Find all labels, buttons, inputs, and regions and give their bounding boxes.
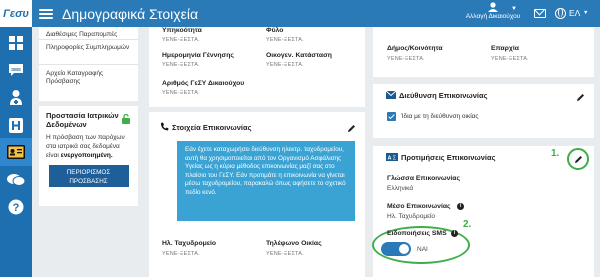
- gender-label: Φύλο: [266, 27, 284, 34]
- user-icon: [488, 2, 498, 12]
- mailing-address-title: Διεύθυνση Επικοινωνίας: [399, 91, 488, 100]
- menu-item-access-log[interactable]: Αρχείο Καταγραφής Πρόσβασης: [39, 65, 138, 93]
- chevron-down-icon[interactable]: ▼: [511, 6, 517, 12]
- svg-text:A: A: [388, 155, 392, 161]
- sms-notifications-label: Ειδοποιήσεις SMS: [387, 230, 447, 237]
- municipality-label: Δήμος/Κοινότητα: [387, 45, 443, 52]
- comm-method-value: Ηλ. Ταχυδρομείο: [387, 213, 436, 220]
- privacy-status: ενεργοποιημένη.: [60, 152, 113, 159]
- phone-icon: [161, 122, 169, 131]
- svg-text:SMS: SMS: [11, 67, 21, 72]
- lock-open-icon: [122, 114, 130, 124]
- gesy-number-label: Αριθμός ΓεΣΥ Δικαιούχου: [162, 80, 245, 87]
- grid-icon: [9, 36, 23, 50]
- privacy-title: Προστασία Ιατρικών Δεδομένων: [46, 111, 119, 129]
- hospital-icon: [9, 117, 23, 133]
- email-label: Ηλ. Ταχυδρομείο: [162, 240, 217, 247]
- nationality-value: ΥΕΝΕ-ΞΕΣΤΑ.: [162, 37, 200, 43]
- sidebar-item-sms[interactable]: SMS: [0, 56, 32, 84]
- page-title: Δημογραφικά Στοιχεία: [62, 5, 199, 22]
- birthdate-label: Ημερομηνία Γέννησης: [162, 52, 234, 59]
- switch-user-label: Αλλαγή Δικαιούχου: [465, 13, 521, 20]
- sms-toggle-value: ΝΑΙ: [417, 246, 428, 253]
- profile-submenu: Διαθέσιμες Παραπομπές Πληροφορίες Συμπλη…: [39, 27, 138, 101]
- restrict-access-button[interactable]: ΠΕΡΙΟΡΙΣΜΟΣ ΠΡΟΣΒΑΣΗΣ: [48, 165, 129, 187]
- menu-item-supplements[interactable]: Πληροφορίες Συμπληρωμών: [39, 40, 138, 65]
- marital-status-label: Οικογεν. Κατάσταση: [266, 52, 332, 59]
- sms-icon: SMS: [9, 64, 23, 76]
- sidebar-item-doctors[interactable]: [0, 83, 32, 111]
- edit-contact-pencil-icon[interactable]: [347, 124, 356, 133]
- comm-method-label: Μέσο Επικοινωνίας: [387, 203, 451, 210]
- privacy-text: Η πρόσβαση των παρόχων στα ιατρικά σας δ…: [46, 134, 125, 159]
- sidebar-item-chat[interactable]: [0, 166, 32, 194]
- comm-language-label: Γλώσσα Επικοινωνίας: [387, 175, 461, 182]
- email-info-box: Εάν έχετε καταχωρήσει διεύθυνση ηλεκτρ. …: [177, 141, 355, 221]
- edit-address-pencil-icon[interactable]: [576, 93, 585, 102]
- sms-toggle[interactable]: [381, 242, 411, 256]
- nationality-label: Υπηκοότητα: [162, 27, 202, 34]
- mail-icon[interactable]: [534, 9, 546, 18]
- privacy-card: Προστασία Ιατρικών Δεδομένων Η πρόσβαση …: [39, 106, 138, 206]
- contact-title: Στοιχεία Επικοινωνίας: [172, 123, 252, 132]
- sidebar-item-help[interactable]: ?: [0, 193, 32, 221]
- same-address-checkbox[interactable]: [387, 112, 396, 121]
- home-phone-label: Τηλέφωνο Οικίας: [266, 240, 322, 247]
- menu-icon[interactable]: [39, 8, 53, 19]
- gender-value: ΥΕΝΕ-ΞΕΣΤΑ.: [266, 37, 304, 43]
- district-value: ΥΕΝΕ-ΞΕΣΤΑ.: [491, 56, 529, 62]
- gesy-number-value: ΥΕΝΕ-ΞΕΣΤΑ.: [162, 90, 200, 96]
- menu-item-referrals[interactable]: Διαθέσιμες Παραπομπές: [39, 27, 138, 40]
- birthdate-value: ΥΕΝΕ-ΞΕΣΤΑ.: [162, 62, 200, 68]
- district-label: Επαρχία: [491, 45, 519, 52]
- globe-icon[interactable]: [555, 8, 566, 19]
- id-card-icon: [7, 145, 25, 159]
- help-icon: ?: [8, 199, 24, 215]
- sms-info-icon[interactable]: i: [451, 230, 458, 237]
- language-selector[interactable]: ΕΛ: [569, 8, 580, 18]
- envelope-icon: [386, 91, 396, 99]
- municipality-value: ΥΕΝΕ-ΞΕΣΤΑ.: [387, 56, 425, 62]
- svg-text:?: ?: [13, 202, 20, 214]
- language-icon: AΣ: [386, 153, 398, 161]
- annotation-1: 1.: [551, 148, 560, 159]
- comm-language-value: Ελληνικά: [387, 185, 414, 192]
- chat-icon: [7, 174, 25, 186]
- same-address-label: Ίδια με τη διεύθυνση οικίας: [401, 113, 479, 120]
- gesy-logo[interactable]: Γεσυ: [0, 0, 32, 27]
- address-card: [373, 27, 594, 77]
- preferences-title: Προτιμήσεις Επικοινωνίας: [401, 153, 496, 162]
- marital-status-value: ΥΕΝΕ-ΞΕΣΤΑ.: [266, 62, 304, 68]
- sidebar-item-dashboard[interactable]: [0, 29, 32, 57]
- edit-preferences-pencil-icon[interactable]: [574, 155, 583, 164]
- sidebar-item-demographics[interactable]: [0, 138, 32, 166]
- home-phone-value: ΥΕΝΕ-ΞΕΣΤΑ.: [266, 251, 304, 257]
- comm-method-info-icon[interactable]: i: [457, 203, 464, 210]
- chevron-down-icon[interactable]: ▼: [583, 10, 588, 16]
- sidebar-item-hospital[interactable]: [0, 111, 32, 139]
- sidebar: SMS ?: [0, 27, 32, 277]
- annotation-2: 2.: [463, 219, 472, 230]
- doctor-icon: [10, 90, 22, 105]
- svg-text:Σ: Σ: [393, 155, 397, 161]
- email-value: ΥΕΝΕ-ΞΕΣΤΑ.: [162, 251, 200, 257]
